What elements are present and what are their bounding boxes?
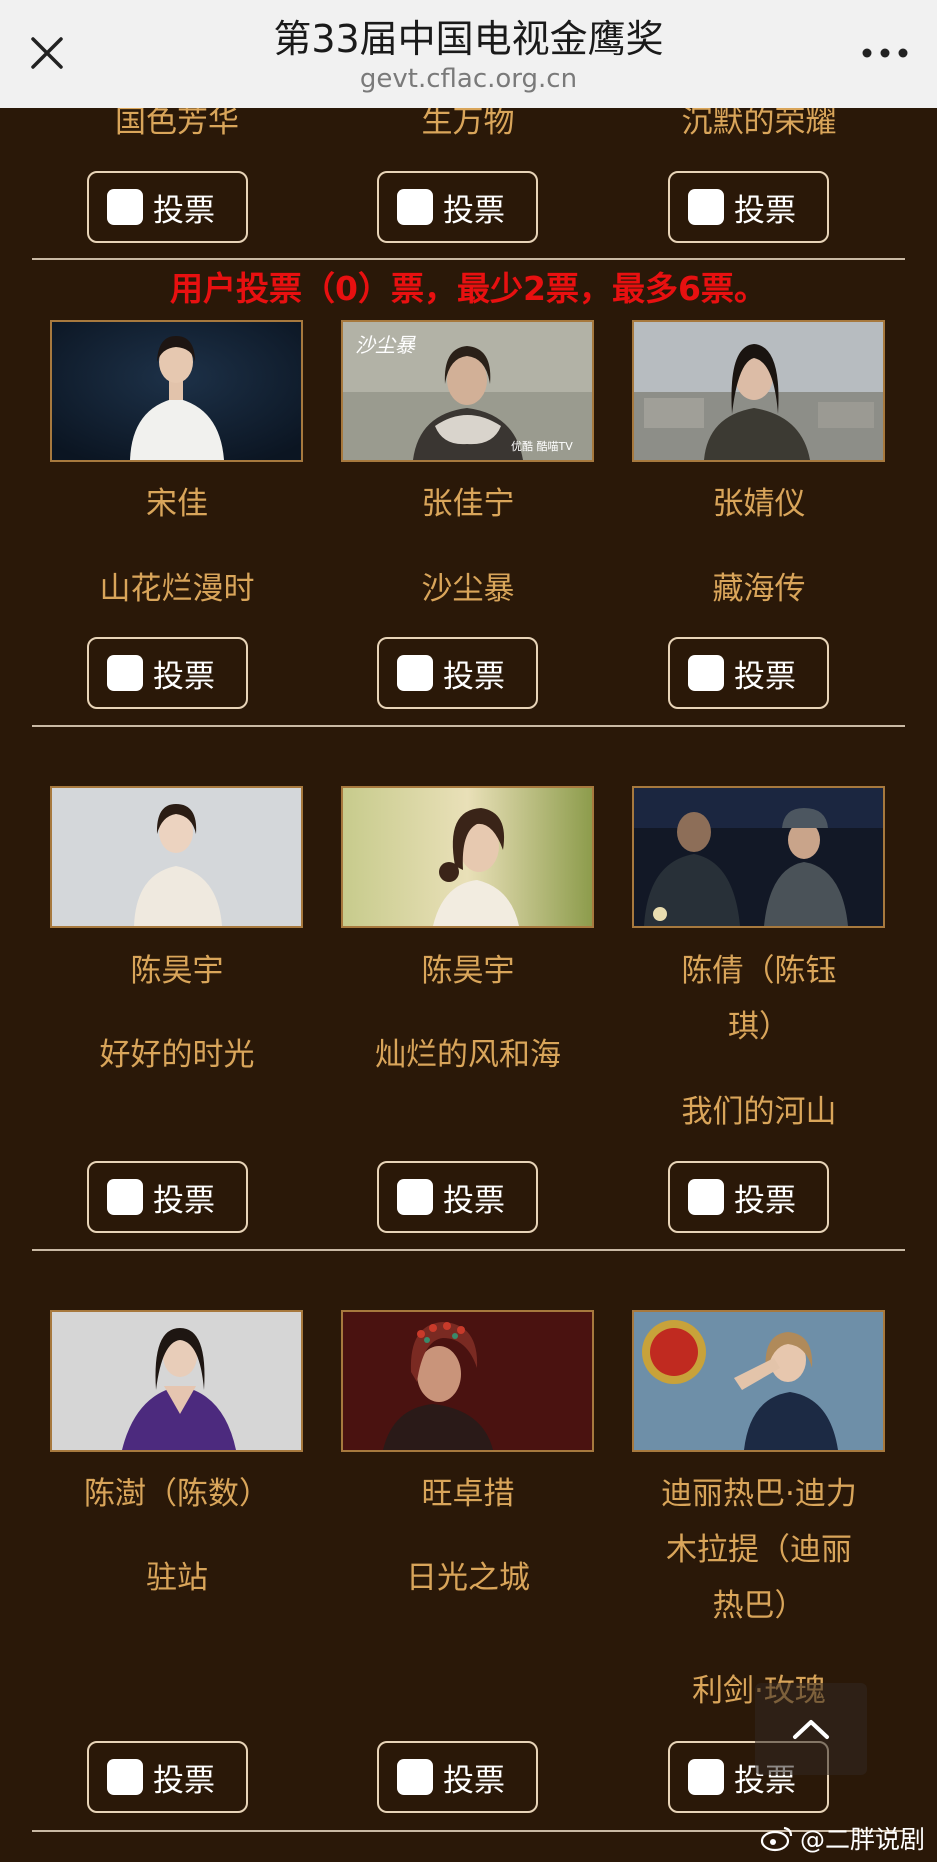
candidate-photo [50, 1310, 303, 1452]
vote-label: 投票 [153, 658, 215, 695]
browser-header: 第33届中国电视金鹰奖 gevt.cflac.org.cn [0, 0, 937, 108]
vote-checkbox[interactable] [397, 1759, 433, 1795]
vote-label: 投票 [443, 658, 505, 695]
candidate-name: 宋佳 [146, 486, 208, 522]
vote-button[interactable]: 投票 [87, 637, 248, 709]
vote-label: 投票 [153, 1762, 215, 1799]
vote-checkbox[interactable] [107, 1759, 143, 1795]
vote-checkbox[interactable] [107, 1179, 143, 1215]
vote-label: 投票 [153, 192, 215, 229]
candidate-name: 迪丽热巴·迪力 [661, 1476, 857, 1512]
svg-text:优酷 酷喵TV: 优酷 酷喵TV [511, 440, 573, 453]
candidate-photo [632, 1310, 885, 1452]
work-title: 好好的时光 [99, 1037, 255, 1073]
work-title: 日光之城 [406, 1560, 530, 1596]
vote-checkbox[interactable] [397, 189, 433, 225]
work-title: 藏海传 [712, 571, 806, 607]
candidate-photo [341, 1310, 594, 1452]
chevron-up-icon [793, 1720, 829, 1739]
vote-checkbox[interactable] [397, 1179, 433, 1215]
candidate-name: 木拉提（迪丽 [666, 1532, 852, 1568]
vote-button[interactable]: 投票 [668, 637, 829, 709]
more-icon [862, 48, 908, 58]
work-title: 我们的河山 [681, 1094, 837, 1130]
work-title: 山花烂漫时 [99, 571, 255, 607]
vote-button[interactable]: 投票 [87, 171, 248, 243]
vote-button[interactable]: 投票 [377, 637, 538, 709]
scroll-to-top-button[interactable] [755, 1683, 867, 1775]
vote-checkbox[interactable] [688, 189, 724, 225]
candidate-name: 旺卓措 [421, 1476, 515, 1512]
work-title: 驻站 [146, 1560, 208, 1596]
vote-label: 投票 [443, 1182, 505, 1219]
vote-checkbox[interactable] [688, 655, 724, 691]
candidate-name: 陈昊宇 [421, 953, 515, 989]
candidate-name: 热巴） [712, 1588, 806, 1624]
vote-checkbox[interactable] [397, 655, 433, 691]
vote-label: 投票 [734, 658, 796, 695]
candidate-name: 张佳宁 [421, 486, 515, 522]
vote-label: 投票 [443, 1762, 505, 1799]
work-title: 灿烂的风和海 [375, 1037, 561, 1073]
candidate-photo: 沙尘暴 优酷 酷喵TV [341, 320, 594, 462]
vote-count-notice: 用户投票（0）票，最少2票，最多6票。 [170, 269, 767, 308]
row-divider [32, 1249, 905, 1251]
candidate-photo [341, 786, 594, 928]
page-title: 第33届中国电视金鹰奖 [273, 17, 664, 61]
vote-button[interactable]: 投票 [377, 1741, 538, 1813]
vote-checkbox[interactable] [688, 1759, 724, 1795]
row-divider [32, 725, 905, 727]
vote-label: 投票 [734, 1182, 796, 1219]
candidate-photo [50, 786, 303, 928]
vote-label: 投票 [153, 1182, 215, 1219]
candidate-photo [632, 786, 885, 928]
candidate-name: 琪） [728, 1009, 790, 1045]
candidate-name: 张婧仪 [712, 486, 806, 522]
vote-button[interactable]: 投票 [377, 171, 538, 243]
vote-button[interactable]: 投票 [377, 1161, 538, 1233]
candidate-name: 陈倩（陈钰 [681, 953, 837, 989]
vote-button[interactable]: 投票 [668, 1161, 829, 1233]
watermark-text: @二胖说剧 [799, 1825, 925, 1854]
vote-label: 投票 [443, 192, 505, 229]
vote-button[interactable]: 投票 [87, 1161, 248, 1233]
svg-text:沙尘暴: 沙尘暴 [355, 333, 416, 357]
candidate-photo [632, 320, 885, 462]
candidate-name: 陈昊宇 [130, 953, 224, 989]
weibo-icon [760, 1826, 793, 1852]
vote-label: 投票 [734, 192, 796, 229]
more-options-button[interactable] [855, 28, 915, 78]
vote-checkbox[interactable] [688, 1179, 724, 1215]
vote-button[interactable]: 投票 [668, 171, 829, 243]
candidate-name: 陈澍（陈数） [84, 1476, 270, 1512]
row-divider [32, 258, 905, 260]
vote-checkbox[interactable] [107, 655, 143, 691]
work-title: 沙尘暴 [421, 571, 515, 607]
watermark: @二胖说剧 [760, 1820, 925, 1856]
page-url: gevt.cflac.org.cn [359, 64, 578, 94]
candidate-photo [50, 320, 303, 462]
vote-button[interactable]: 投票 [87, 1741, 248, 1813]
vote-checkbox[interactable] [107, 189, 143, 225]
